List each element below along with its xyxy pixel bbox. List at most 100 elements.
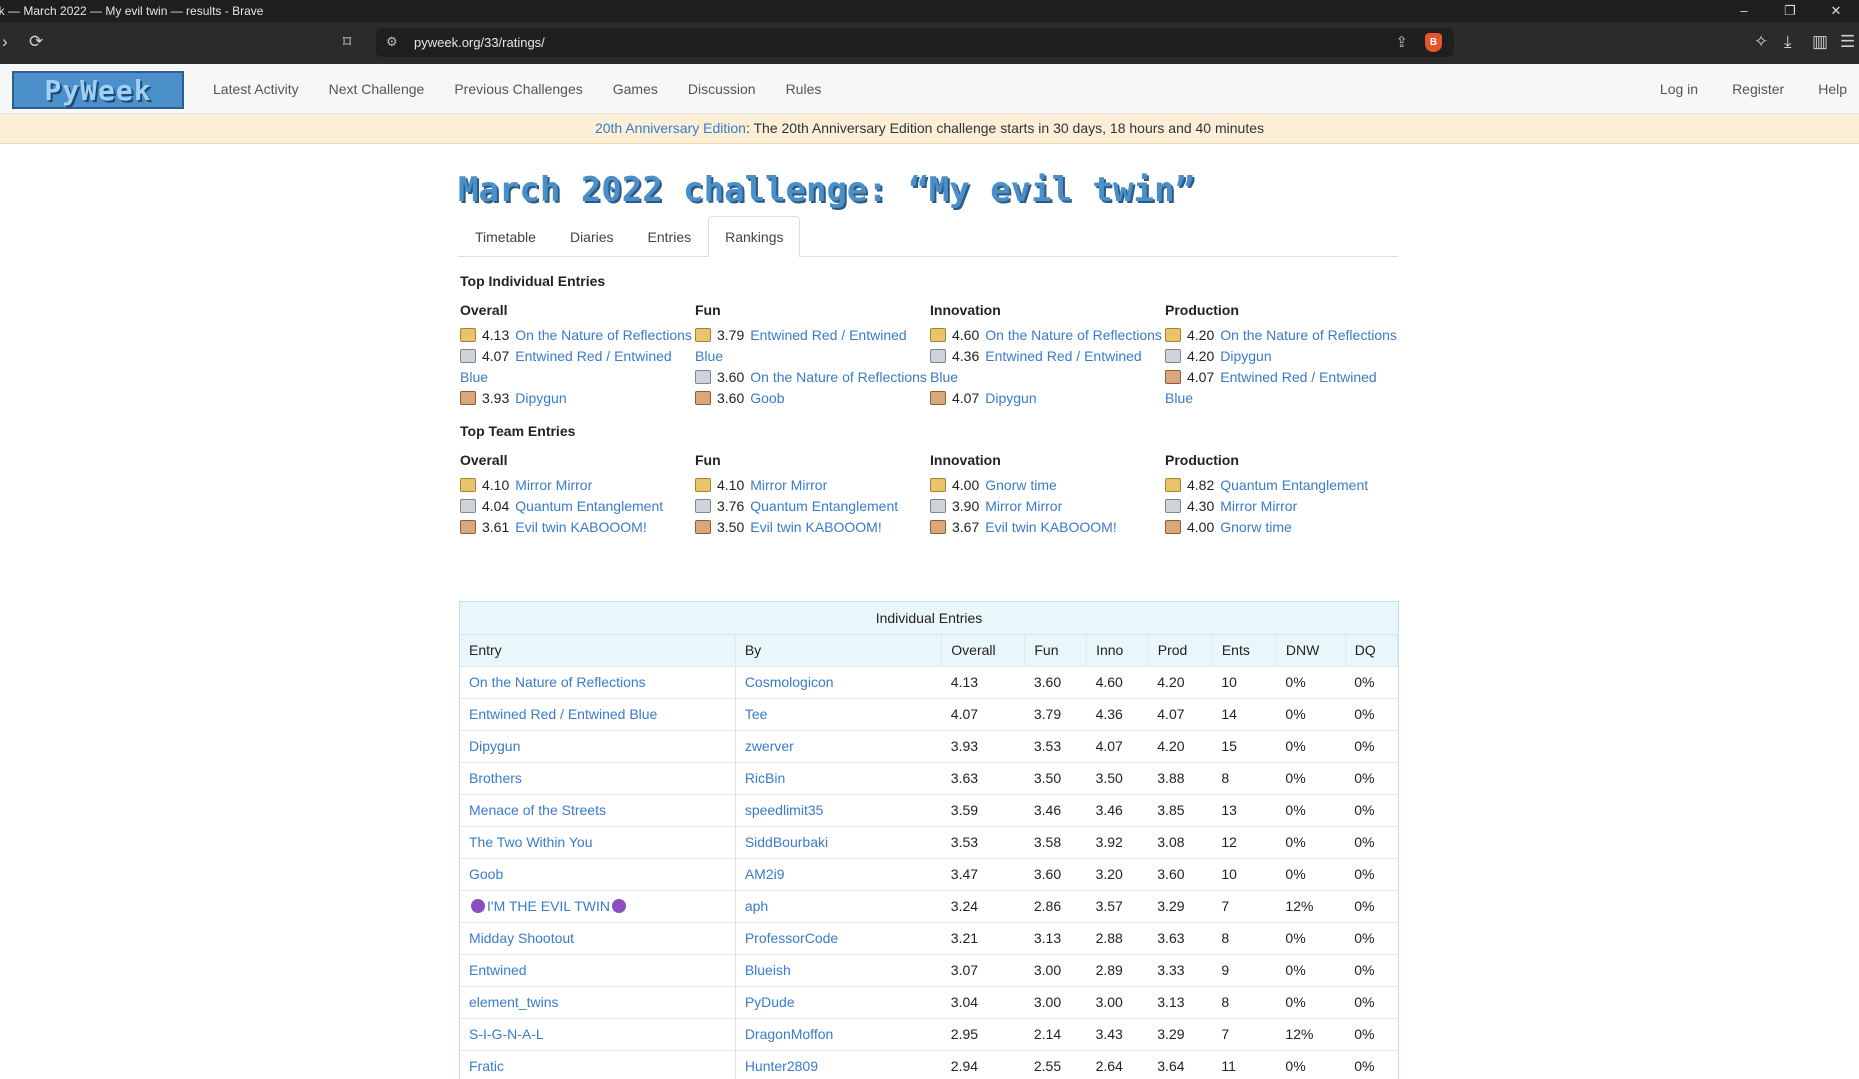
entry-link[interactable]: Entwined Red / Entwined Blue (469, 706, 657, 722)
tab-timetable[interactable]: Timetable (458, 216, 553, 256)
entry-link[interactable]: Evil twin KABOOOM! (750, 519, 881, 535)
cell-fun: 2.14 (1024, 1017, 1087, 1050)
entry-link[interactable]: Dipygun (469, 738, 520, 754)
register-link[interactable]: Register (1732, 81, 1784, 97)
author-link[interactable]: Cosmologicon (745, 674, 834, 690)
author-link[interactable]: ProfessorCode (745, 930, 838, 946)
address-bar[interactable]: ⚙ pyweek.org/33/ratings/ ⇪ B (376, 28, 1454, 57)
cell-entry: element_twins (460, 985, 736, 1018)
ranked-entry: 4.10 Mirror Mirror (695, 475, 928, 496)
entry-link[interactable]: Mirror Mirror (1220, 498, 1297, 514)
column-header-dq[interactable]: DQ (1345, 635, 1399, 666)
entry-link[interactable]: Dipygun (515, 390, 566, 406)
brave-shields-icon[interactable]: B (1425, 33, 1442, 52)
restore-icon[interactable]: ❐ (1767, 0, 1813, 22)
cell-inno: 3.20 (1086, 857, 1149, 890)
column-header-inno[interactable]: Inno (1086, 635, 1149, 666)
cell-by: PyDude (734, 985, 942, 1018)
menu-icon[interactable]: ☰ (1840, 32, 1855, 52)
entry-link[interactable]: Mirror Mirror (985, 498, 1062, 514)
column-header-overall[interactable]: Overall (941, 635, 1026, 666)
entry-link[interactable]: Midday Shootout (469, 930, 574, 946)
column-header-by[interactable]: By (735, 635, 943, 666)
cell-overall: 3.47 (941, 857, 1025, 890)
forward-icon[interactable]: › (2, 32, 8, 52)
author-link[interactable]: Blueish (745, 962, 791, 978)
url-text[interactable]: pyweek.org/33/ratings/ (414, 35, 545, 50)
entry-link[interactable]: Gnorw time (1220, 519, 1292, 535)
entry-link[interactable]: Evil twin KABOOOM! (515, 519, 646, 535)
entry-link[interactable]: I'M THE EVIL TWIN (469, 898, 628, 914)
nav-discussion[interactable]: Discussion (688, 81, 756, 97)
nav-next-challenge[interactable]: Next Challenge (329, 81, 425, 97)
cell-by: Cosmologicon (734, 665, 942, 698)
author-link[interactable]: SiddBourbaki (745, 834, 828, 850)
cell-by: RicBin (734, 761, 942, 794)
entry-link[interactable]: On the Nature of Reflections (515, 327, 692, 343)
entry-link[interactable]: Menace of the Streets (469, 802, 606, 818)
ranked-entry: 4.04 Quantum Entanglement (460, 496, 693, 517)
entry-link[interactable]: On the Nature of Reflections (750, 369, 927, 385)
nav-previous-challenges[interactable]: Previous Challenges (454, 81, 582, 97)
column-header-prod[interactable]: Prod (1148, 635, 1213, 666)
author-link[interactable]: Tee (745, 706, 768, 722)
column-header-dnw[interactable]: DNW (1276, 635, 1346, 666)
entry-link[interactable]: Dipygun (985, 390, 1036, 406)
entry-link[interactable]: Brothers (469, 770, 522, 786)
author-link[interactable]: zwerver (745, 738, 794, 754)
entry-link[interactable]: Gnorw time (985, 477, 1057, 493)
entry-link[interactable]: Goob (750, 390, 784, 406)
entry-link[interactable]: Fratic (469, 1058, 504, 1074)
cell-ents: 10 (1212, 665, 1277, 698)
author-link[interactable]: RicBin (745, 770, 785, 786)
author-link[interactable]: Hunter2809 (745, 1058, 818, 1074)
nav-latest-activity[interactable]: Latest Activity (213, 81, 299, 97)
entry-link[interactable]: element_twins (469, 994, 559, 1010)
entry-score: 3.90 (952, 498, 980, 514)
tab-rankings[interactable]: Rankings (708, 216, 801, 257)
nav-games[interactable]: Games (613, 81, 658, 97)
top-individual-columns: Overall 4.13 On the Nature of Reflections 4… (458, 302, 1398, 409)
entry-link[interactable]: On the Nature of Reflections (469, 674, 646, 690)
site-settings-icon[interactable]: ⚙ (386, 34, 398, 50)
minimize-icon[interactable]: – (1721, 0, 1767, 22)
column-header-fun[interactable]: Fun (1024, 635, 1088, 666)
close-icon[interactable]: ✕ (1813, 0, 1859, 22)
entry-link[interactable]: Quantum Entanglement (1220, 477, 1368, 493)
entry-link[interactable]: Mirror Mirror (515, 477, 592, 493)
reload-icon[interactable]: ⟳ (29, 32, 43, 52)
entry-link[interactable]: On the Nature of Reflections (985, 327, 1162, 343)
author-link[interactable]: AM2i9 (745, 866, 785, 882)
entry-link[interactable]: Entwined (469, 962, 527, 978)
sidebar-icon[interactable]: ▥ (1812, 32, 1828, 52)
entry-score: 4.20 (1187, 327, 1215, 343)
author-link[interactable]: PyDude (745, 994, 795, 1010)
entry-link[interactable]: Mirror Mirror (750, 477, 827, 493)
pyweek-logo[interactable]: PyWeek (12, 71, 184, 109)
entry-link[interactable]: Quantum Entanglement (750, 498, 898, 514)
author-link[interactable]: speedlimit35 (745, 802, 824, 818)
column-header-ents[interactable]: Ents (1212, 635, 1277, 666)
entry-link[interactable]: Dipygun (1220, 348, 1271, 364)
column-header-entry[interactable]: Entry (460, 635, 736, 666)
entry-score: 4.07 (1187, 369, 1215, 385)
entry-link[interactable]: Goob (469, 866, 503, 882)
banner-link[interactable]: 20th Anniversary Edition (595, 120, 746, 136)
author-link[interactable]: aph (745, 898, 768, 914)
entry-link[interactable]: S-I-G-N-A-L (469, 1026, 544, 1042)
login-link[interactable]: Log in (1660, 81, 1698, 97)
bookmark-icon[interactable]: ⌑ (343, 32, 351, 52)
downloads-icon[interactable]: ⤓ (1784, 32, 1792, 52)
author-link[interactable]: DragonMoffon (745, 1026, 833, 1042)
entry-link[interactable]: The Two Within You (469, 834, 592, 850)
cell-overall: 3.53 (941, 825, 1025, 858)
entry-link[interactable]: Evil twin KABOOOM! (985, 519, 1116, 535)
tab-diaries[interactable]: Diaries (553, 216, 631, 256)
entry-link[interactable]: Quantum Entanglement (515, 498, 663, 514)
entry-link[interactable]: On the Nature of Reflections (1220, 327, 1397, 343)
share-icon[interactable]: ⇪ (1395, 33, 1408, 51)
help-link[interactable]: Help (1818, 81, 1847, 97)
tab-entries[interactable]: Entries (631, 216, 709, 256)
nav-rules[interactable]: Rules (786, 81, 822, 97)
extensions-icon[interactable]: ✧ (1754, 32, 1768, 52)
